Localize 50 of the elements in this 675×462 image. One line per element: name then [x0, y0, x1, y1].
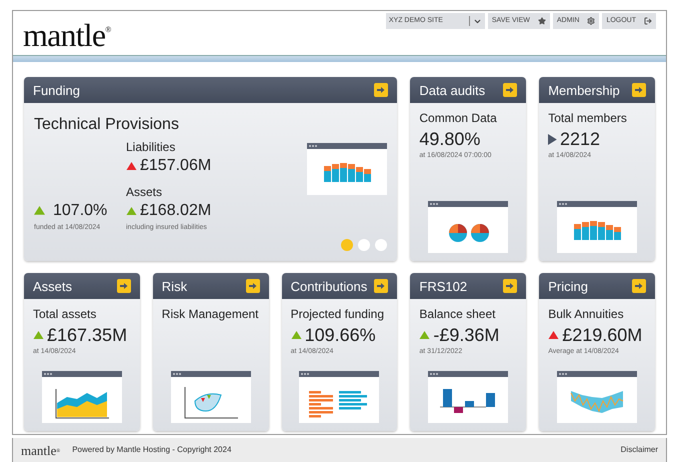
open-button[interactable]	[116, 279, 131, 293]
logo: mantle$^{®}$	[23, 19, 111, 51]
funded-value: 107.0%	[53, 202, 108, 218]
arrow-right-icon	[120, 282, 128, 290]
open-button[interactable]	[632, 279, 646, 293]
arrow-right-icon	[635, 86, 643, 94]
arrow-right-icon	[377, 282, 386, 290]
metric-value: £157.06M	[140, 158, 212, 174]
open-button[interactable]	[374, 279, 388, 293]
section-heading: Technical Provisions	[34, 117, 180, 133]
open-button[interactable]	[246, 279, 260, 293]
metric-label: Liabilities	[126, 141, 176, 153]
tile-title: Assets	[33, 280, 72, 292]
open-button[interactable]	[503, 279, 518, 293]
metric-label: Risk Management	[162, 307, 260, 322]
metric-label: Assets	[126, 186, 164, 198]
tile-title: Contributions	[290, 280, 368, 292]
open-button[interactable]	[632, 83, 646, 97]
tile-title: FRS102	[419, 280, 468, 292]
copyright-text: Powered by Mantle Hosting - Copyright 2024	[72, 444, 232, 456]
footer-logo: mantle$^{®}$	[21, 444, 60, 456]
tile-title: Membership	[548, 84, 620, 96]
metric-value: -£9.36M	[433, 326, 500, 344]
metric-value: 2212	[560, 130, 600, 148]
tile-title: Funding	[33, 84, 80, 96]
metric-label: Balance sheet	[419, 307, 496, 322]
tile-title: Risk	[162, 280, 188, 292]
metric-label: Common Data	[419, 111, 498, 126]
open-button[interactable]	[374, 83, 388, 97]
arrow-right-icon	[635, 282, 643, 290]
metric-label: Bulk Annuities	[548, 307, 625, 322]
open-button[interactable]	[503, 83, 518, 97]
metric-label: Projected funding	[290, 307, 385, 322]
metric-value: £168.02M	[140, 203, 212, 219]
star-icon	[538, 17, 546, 25]
metric-value: 109.66%	[304, 326, 376, 344]
disclaimer-link[interactable]: Disclaimer	[620, 444, 658, 456]
metric-value: 49.80%	[419, 130, 480, 148]
metric-value: £219.60M	[562, 326, 642, 344]
metric-label: Total members	[548, 111, 628, 126]
settings-icon	[587, 17, 596, 25]
metric-label: Total assets	[33, 307, 98, 322]
arrow-right-icon	[377, 86, 386, 94]
arrow-right-icon	[506, 86, 514, 94]
tile-title: Pricing	[548, 280, 588, 292]
arrow-right-icon	[506, 282, 514, 290]
tile-title: Data audits	[419, 84, 486, 96]
arrow-right-icon	[248, 282, 257, 290]
metric-value: £167.35M	[47, 326, 128, 344]
logout-icon	[644, 17, 652, 25]
